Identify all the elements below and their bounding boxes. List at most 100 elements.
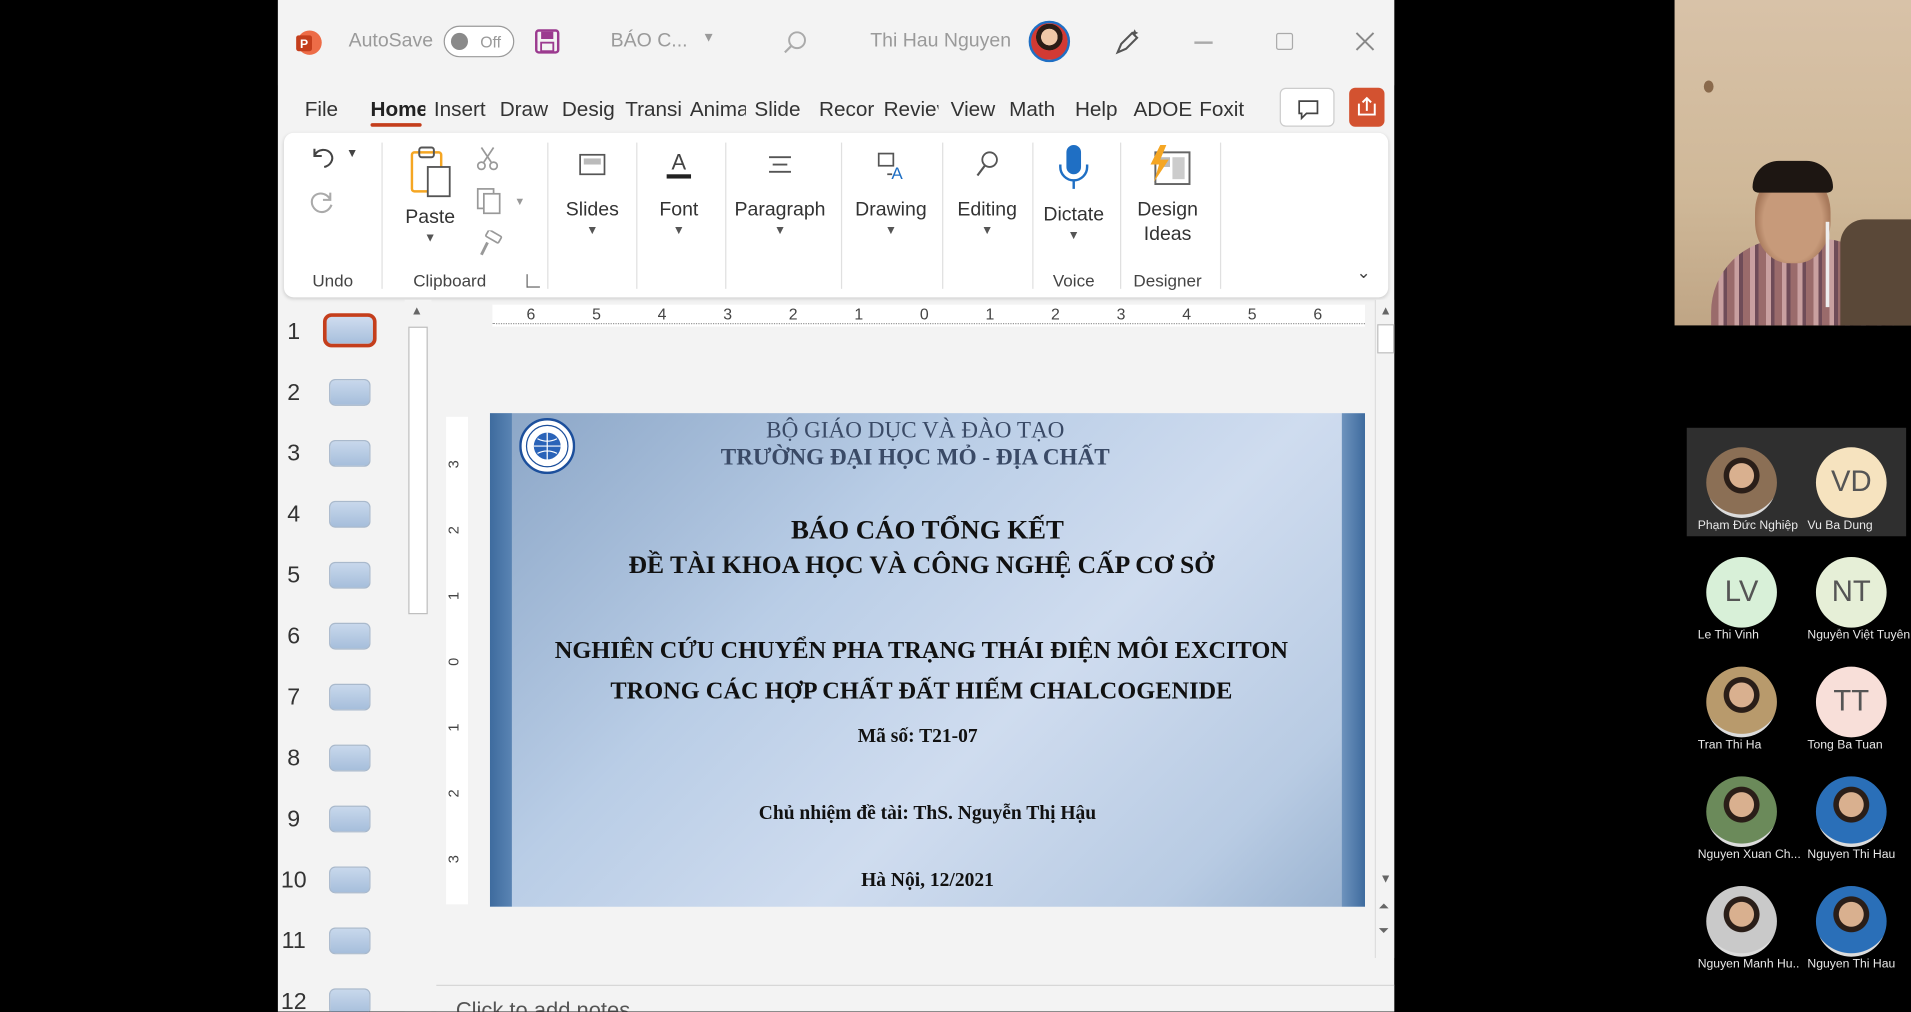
tab-animations[interactable]: Anima (690, 98, 746, 122)
maximize-icon[interactable] (1276, 32, 1294, 50)
cut-icon[interactable] (474, 145, 501, 172)
autosave-state: Off (480, 32, 502, 52)
drawing-button[interactable]: A Drawing ▼ (847, 147, 935, 238)
slide-thumbnail[interactable] (329, 805, 371, 833)
tab-foxit[interactable]: Foxit (1199, 98, 1254, 122)
slide-canvas[interactable]: BỘ GIÁO DỤC VÀ ĐÀO TẠO TRƯỜNG ĐẠI HỌC MỎ… (489, 413, 1365, 907)
participant-avatar[interactable]: VD (1815, 447, 1887, 518)
scroll-up-icon[interactable]: ▲ (411, 305, 423, 318)
paste-button[interactable]: Paste ▼ (396, 145, 464, 245)
tab-transitions[interactable]: Transi (625, 98, 681, 122)
participant-avatar[interactable] (1706, 776, 1777, 848)
slide-thumbnail[interactable] (329, 561, 371, 589)
tab-view[interactable]: View (951, 98, 1000, 122)
slides-button[interactable]: Slides ▼ (555, 147, 631, 238)
tab-record[interactable]: Recor (819, 98, 875, 122)
participant-avatar[interactable] (1815, 886, 1887, 957)
search-icon[interactable] (782, 29, 809, 56)
participant-name: Tong Ba Tuan (1807, 738, 1883, 752)
ribbon-divider (1032, 142, 1034, 289)
undo-chevron-down-icon[interactable]: ▼ (346, 147, 358, 160)
autosave-toggle[interactable]: Off (443, 25, 515, 58)
file-name[interactable]: BÁO C... (611, 30, 688, 52)
share-button[interactable] (1349, 87, 1385, 127)
tab-mathtype[interactable]: Math (1009, 98, 1064, 122)
scroll-down-icon[interactable]: ▼ (1380, 873, 1392, 886)
slide-thumbnail[interactable] (329, 744, 371, 772)
comments-button[interactable] (1279, 87, 1335, 127)
designer-pen-icon[interactable] (1112, 27, 1144, 59)
participant-avatar[interactable] (1815, 776, 1887, 848)
participant-name: Nguyen Thi Hau (1807, 848, 1896, 862)
editor-scrollbar[interactable]: ▲ ▼ ⏶ ⏷ (1374, 299, 1395, 958)
participant-avatar[interactable] (1706, 886, 1777, 957)
slide-thumbnail[interactable] (329, 988, 371, 1012)
redo-icon[interactable] (306, 185, 338, 217)
save-icon[interactable] (534, 28, 561, 55)
clipboard-group-label: Clipboard (413, 270, 487, 291)
minimize-icon[interactable] (1194, 41, 1213, 44)
file-name-chevron-down-icon[interactable]: ▼ (702, 30, 715, 45)
report-title-line2: ĐỀ TÀI KHOA HỌC VÀ CÔNG NGHỆ CẤP CƠ SỞ (628, 549, 1215, 579)
format-painter-icon[interactable] (477, 229, 504, 257)
dictate-button[interactable]: Dictate ▼ (1035, 143, 1113, 243)
tab-home[interactable]: Home (371, 98, 426, 122)
slide-thumbnail[interactable] (329, 866, 371, 894)
paragraph-button[interactable]: Paragraph ▼ (728, 147, 833, 238)
user-avatar[interactable] (1028, 20, 1071, 63)
scroll-thumb[interactable] (1377, 324, 1395, 354)
slide-thumbnail[interactable] (329, 439, 371, 467)
copy-chevron-down-icon[interactable]: ▼ (514, 195, 525, 207)
ruler-tick-label: 0 (919, 304, 929, 323)
tab-help[interactable]: Help (1075, 98, 1124, 122)
ruler-tick-label: 2 (788, 304, 798, 323)
notes-pane[interactable]: Click to add notes (436, 984, 1395, 1012)
scroll-thumb[interactable] (408, 326, 428, 615)
ribbon-divider (381, 142, 383, 289)
participant-name: Nguyen Manh Hu... (1697, 957, 1801, 972)
slide-thumbnail[interactable] (329, 683, 371, 711)
drawing-label: Drawing (855, 199, 927, 221)
designer-group-label: Designer (1133, 270, 1202, 291)
undo-icon[interactable] (306, 141, 338, 170)
svg-text:A: A (672, 149, 687, 174)
ruler-tick-label: 2 (445, 789, 463, 798)
participant-avatar[interactable] (1706, 666, 1777, 738)
participant-avatar[interactable]: LV (1706, 556, 1777, 628)
editing-button[interactable]: Editing ▼ (948, 147, 1026, 238)
tab-slide-show[interactable]: Slide (754, 98, 808, 122)
tab-file[interactable]: File (305, 98, 349, 122)
design-ideas-label-line1: Design (1137, 199, 1198, 221)
font-button[interactable]: A Font ▼ (642, 147, 715, 237)
tab-insert[interactable]: Insert (434, 98, 490, 122)
tab-draw[interactable]: Draw (500, 98, 554, 122)
design-ideas-button[interactable]: Design Ideas (1125, 143, 1210, 247)
participant-name: Tran Thi Ha (1697, 738, 1762, 752)
tab-adobe[interactable]: ADOE (1133, 98, 1192, 122)
participant-avatar[interactable]: NT (1815, 556, 1887, 628)
user-name[interactable]: Thi Hau Nguyen (870, 30, 1011, 52)
ruler-tick-label: 3 (1116, 304, 1126, 323)
slide-thumbnail[interactable] (329, 622, 371, 650)
next-slide-icon[interactable]: ⏷ (1378, 924, 1389, 940)
slide-thumbnail[interactable] (322, 313, 377, 348)
slide-number: 8 (287, 745, 301, 772)
previous-slide-icon[interactable]: ⏶ (1378, 899, 1389, 915)
slide-thumbnail[interactable] (329, 927, 371, 955)
scroll-up-icon[interactable]: ▲ (1380, 305, 1392, 318)
copy-icon[interactable] (474, 186, 506, 215)
participant-avatar[interactable]: TT (1815, 666, 1887, 738)
clipboard-dialog-launcher-icon[interactable] (526, 274, 540, 288)
tab-review[interactable]: Reviev (884, 98, 939, 122)
slide-number: 5 (287, 563, 301, 589)
participant-avatar[interactable] (1706, 447, 1777, 518)
slide-number: 1 (287, 319, 301, 345)
ribbon-divider (547, 142, 549, 289)
slide-thumbnail[interactable] (329, 379, 371, 406)
thumbnails-scrollbar[interactable]: ▲ (404, 299, 432, 1012)
ribbon-collapse-chevron-down-icon[interactable]: ⌄ (1356, 262, 1370, 283)
tab-design[interactable]: Desig (562, 98, 617, 122)
slide-thumbnail[interactable] (329, 500, 371, 528)
slide-number: 3 (287, 441, 301, 467)
close-icon[interactable] (1353, 29, 1377, 53)
